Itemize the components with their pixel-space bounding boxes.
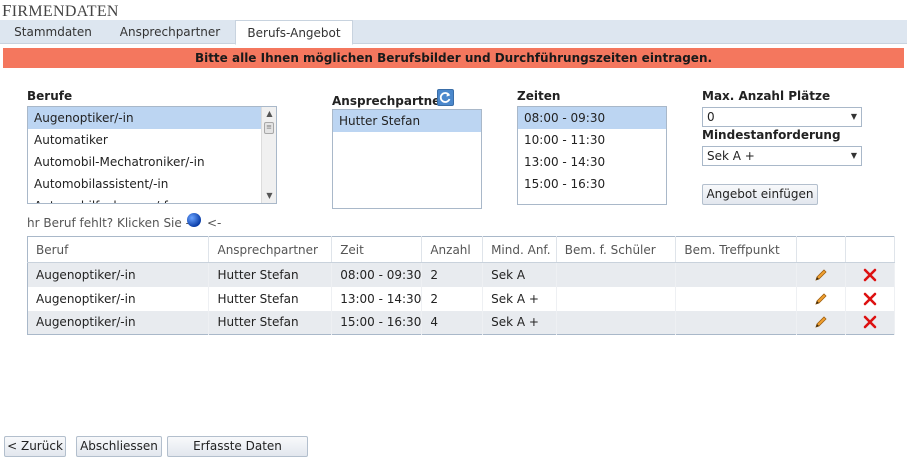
delete-icon[interactable] — [862, 291, 878, 307]
berufe-item[interactable]: Augenoptiker/-in — [28, 107, 276, 129]
column-header[interactable]: Bem. f. Schüler — [556, 236, 677, 263]
delete-icon[interactable] — [862, 267, 878, 283]
pencil-icon[interactable] — [813, 267, 829, 283]
table-row[interactable]: Augenoptiker/-in Hutter Stefan 15:00 - 1… — [27, 310, 896, 335]
cell-bem-schueler — [556, 286, 677, 311]
add-beruf-icon[interactable] — [187, 213, 201, 227]
print-button[interactable]: Erfasste Daten drucken — [167, 436, 308, 459]
berufe-item[interactable]: Automobilfachmann/-frau — [28, 195, 276, 203]
back-button[interactable]: < Zurück — [4, 436, 66, 457]
cell-bem-treffpunkt — [675, 310, 798, 335]
tab-ansprechpartner[interactable]: Ansprechpartner — [106, 20, 234, 44]
scroll-down-icon[interactable]: ▼ — [262, 189, 276, 203]
cell-bem-treffpunkt — [675, 262, 798, 287]
cell-bem-schueler — [556, 262, 677, 287]
angebot-table: Beruf Ansprechpartner Zeit Anzahl Mind. … — [27, 236, 896, 335]
zeiten-item[interactable]: 10:00 - 11:30 — [518, 129, 666, 151]
chevron-down-icon: ▼ — [850, 151, 857, 160]
berufe-scrollbar[interactable]: ▲ ≡ ▼ — [261, 107, 276, 203]
cell-ansprechpartner: Hutter Stefan — [208, 310, 333, 335]
max-plaetze-select[interactable]: 0 ▼ — [702, 107, 862, 127]
cell-bem-treffpunkt — [675, 286, 798, 311]
edit-cell — [796, 262, 846, 287]
column-header[interactable]: Ansprechpartner — [208, 236, 333, 263]
max-plaetze-value: 0 — [707, 110, 715, 124]
berufe-item[interactable]: Automatiker — [28, 129, 276, 151]
cell-beruf: Augenoptiker/-in — [27, 286, 210, 311]
berufe-item[interactable]: Automobil-Mechatroniker/-in — [28, 151, 276, 173]
delete-cell — [845, 286, 896, 311]
delete-cell — [845, 310, 896, 335]
table-row[interactable]: Augenoptiker/-in Hutter Stefan 08:00 - 0… — [27, 262, 896, 287]
tab-bar: Stammdaten Ansprechpartner Berufs-Angebo… — [0, 20, 907, 45]
table-row[interactable]: Augenoptiker/-in Hutter Stefan 13:00 - 1… — [27, 286, 896, 311]
cell-zeit: 13:00 - 14:30 — [331, 286, 423, 311]
missing-beruf-hint-suffix: <- — [207, 216, 222, 230]
zeiten-item[interactable]: 15:00 - 16:30 — [518, 173, 666, 195]
column-header[interactable]: Beruf — [27, 236, 210, 263]
edit-cell — [796, 310, 846, 335]
pencil-icon[interactable] — [813, 291, 829, 307]
delete-cell — [845, 262, 896, 287]
zeiten-listbox[interactable]: 08:00 - 09:30 10:00 - 11:30 13:00 - 14:3… — [517, 106, 667, 205]
edit-cell — [796, 286, 846, 311]
cell-anzahl: 2 — [421, 262, 484, 287]
table-header-row: Beruf Ansprechpartner Zeit Anzahl Mind. … — [27, 236, 896, 263]
column-header[interactable]: Zeit — [331, 236, 423, 263]
cell-zeit: 15:00 - 16:30 — [331, 310, 423, 335]
cell-mind-anf: Sek A + — [482, 310, 557, 335]
cell-ansprechpartner: Hutter Stefan — [208, 262, 333, 287]
zeiten-label: Zeiten — [517, 89, 561, 103]
ansprechpartner-listbox[interactable]: Hutter Stefan — [332, 109, 482, 209]
mindestanforderung-value: Sek A + — [707, 149, 755, 163]
missing-beruf-hint: hr Beruf fehlt? Klicken Sie -> — [27, 216, 200, 230]
max-plaetze-label: Max. Anzahl Plätze — [702, 89, 831, 103]
scroll-thumb[interactable]: ≡ — [264, 122, 274, 134]
refresh-icon[interactable] — [437, 89, 454, 106]
alert-banner: Bitte alle Ihnen möglichen Berufsbilder … — [3, 48, 904, 68]
cell-anzahl: 2 — [421, 286, 484, 311]
delete-icon[interactable] — [862, 314, 878, 330]
scroll-up-icon[interactable]: ▲ — [262, 107, 276, 121]
column-header[interactable]: Mind. Anf. — [482, 236, 557, 263]
cell-zeit: 08:00 - 09:30 — [331, 262, 423, 287]
column-header — [845, 236, 896, 263]
cell-mind-anf: Sek A + — [482, 286, 557, 311]
cell-beruf: Augenoptiker/-in — [27, 262, 210, 287]
pencil-icon[interactable] — [813, 314, 829, 330]
chevron-down-icon: ▼ — [850, 112, 857, 121]
page-title: FIRMENDATEN — [2, 1, 119, 20]
angebot-einfuegen-button[interactable]: Angebot einfügen — [702, 184, 818, 205]
cell-beruf: Augenoptiker/-in — [27, 310, 210, 335]
ansprechpartner-item[interactable]: Hutter Stefan — [333, 110, 481, 132]
berufe-label: Berufe — [27, 89, 73, 103]
berufe-listbox[interactable]: Augenoptiker/-in Automatiker Automobil-M… — [27, 106, 277, 204]
cell-ansprechpartner: Hutter Stefan — [208, 286, 333, 311]
column-header[interactable]: Bem. Treffpunkt — [675, 236, 798, 263]
mindestanforderung-select[interactable]: Sek A + ▼ — [702, 146, 862, 166]
tab-stammdaten[interactable]: Stammdaten — [0, 20, 106, 44]
cell-mind-anf: Sek A — [482, 262, 557, 287]
zeiten-item[interactable]: 08:00 - 09:30 — [518, 107, 666, 129]
column-header[interactable]: Anzahl — [421, 236, 484, 263]
tab-berufs-angebot[interactable]: Berufs-Angebot — [235, 20, 353, 45]
ansprechpartner-label: Ansprechpartner — [332, 94, 447, 108]
finish-button[interactable]: Abschliessen — [76, 436, 162, 457]
zeiten-item[interactable]: 13:00 - 14:30 — [518, 151, 666, 173]
berufe-item[interactable]: Automobilassistent/-in — [28, 173, 276, 195]
cell-bem-schueler — [556, 310, 677, 335]
mindestanforderung-label: Mindestanforderung — [702, 128, 841, 142]
column-header — [796, 236, 846, 263]
cell-anzahl: 4 — [421, 310, 484, 335]
